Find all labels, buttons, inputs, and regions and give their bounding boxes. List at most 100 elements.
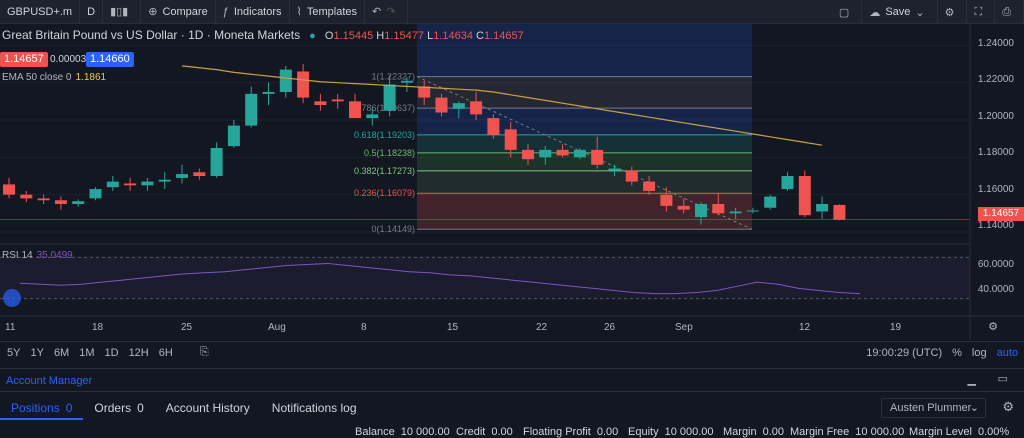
chart-legend: Great Britain Pound vs US Dollar · 1D · … bbox=[2, 28, 524, 42]
candle-body bbox=[297, 71, 310, 98]
close-value: 1.14657 bbox=[483, 30, 524, 42]
tab-label: Notifications log bbox=[271, 401, 357, 415]
auto-toggle[interactable]: auto bbox=[997, 347, 1018, 359]
candle-body bbox=[816, 204, 829, 212]
tab-notifications-log[interactable]: Notifications log bbox=[261, 396, 368, 420]
account-stats: Balance 10 000.00 Credit 0.00 Floating Profi… bbox=[0, 426, 1024, 438]
candle-body bbox=[677, 205, 690, 210]
stat-margin: Margin 0.00 bbox=[723, 426, 784, 438]
candle-body bbox=[349, 101, 361, 119]
fib-level-label: 0.382(1.17273) bbox=[354, 166, 415, 176]
rsi-label: RSI 14 bbox=[2, 250, 33, 261]
candle-body bbox=[124, 183, 137, 186]
price-tick-label: 1.22000 bbox=[977, 74, 1014, 85]
candle-body bbox=[522, 149, 534, 160]
timeframe-1m[interactable]: 1M bbox=[74, 347, 99, 359]
date-range-icon[interactable]: ⎘ bbox=[200, 346, 209, 359]
candle-body bbox=[539, 149, 552, 158]
stat-value: 0.00% bbox=[977, 426, 1010, 438]
candle-body bbox=[660, 194, 673, 206]
candle-body bbox=[591, 149, 604, 165]
last-price-label: 1.14657 bbox=[978, 207, 1024, 221]
price-tick-label: 1.14000 bbox=[977, 220, 1014, 231]
candle-body bbox=[504, 129, 517, 150]
log-toggle[interactable]: log bbox=[972, 347, 987, 359]
stat-label: Margin bbox=[723, 426, 757, 438]
fib-level-label: 0(1.14149) bbox=[371, 224, 415, 234]
stat-label: Margin Level bbox=[909, 426, 972, 438]
candle-body bbox=[400, 80, 413, 83]
tab-account-history[interactable]: Account History bbox=[155, 396, 261, 420]
stat-margin-free: Margin Free 10 000.00 bbox=[790, 426, 904, 438]
stat-value: 10 000.00 bbox=[664, 426, 714, 438]
candle-body bbox=[556, 149, 569, 156]
time-tick-label: 18 bbox=[92, 322, 104, 333]
account-manager-title[interactable]: Account Manager bbox=[6, 375, 92, 387]
time-tick-label: 11 bbox=[5, 322, 16, 333]
time-tick-label: 12 bbox=[799, 322, 811, 333]
ask-value: 1.14660 bbox=[90, 53, 130, 65]
axis-settings-icon[interactable]: ⚙ bbox=[988, 320, 998, 333]
buy-button[interactable]: 1.14660 bbox=[86, 52, 134, 67]
fib-level-label: 0.5(1.18238) bbox=[364, 148, 415, 158]
candle-body bbox=[833, 204, 846, 220]
rsi-tick-label: 60.0000 bbox=[977, 259, 1014, 270]
candle-body bbox=[643, 181, 656, 191]
sell-button[interactable]: 1.14657 bbox=[0, 52, 48, 67]
timeframe-5y[interactable]: 5Y bbox=[2, 347, 25, 359]
stat-value: 0.00 bbox=[491, 426, 513, 438]
tab-label: Positions bbox=[11, 401, 60, 415]
candle-body bbox=[331, 99, 344, 102]
account-user: Austen Plummer bbox=[890, 402, 972, 414]
spread-value: 0.00003 bbox=[50, 54, 87, 65]
fib-zone bbox=[417, 76, 752, 109]
account-selector[interactable]: Austen Plummer ⌄ bbox=[881, 398, 986, 418]
timeframe-1y[interactable]: 1Y bbox=[25, 347, 48, 359]
percent-toggle[interactable]: % bbox=[952, 347, 962, 359]
candle-body bbox=[781, 176, 794, 190]
candle-body bbox=[89, 189, 102, 199]
stat-value: 10 000.00 bbox=[855, 426, 905, 438]
high-value: 1.15477 bbox=[384, 30, 424, 42]
candle-body bbox=[193, 172, 206, 176]
candle-body bbox=[746, 210, 759, 212]
candle-body bbox=[54, 200, 67, 204]
candle-body bbox=[3, 184, 15, 195]
maximize-icon[interactable]: ▭ bbox=[998, 372, 1008, 385]
candle-body bbox=[20, 194, 33, 199]
candle-body bbox=[729, 211, 742, 214]
candle-body bbox=[695, 204, 707, 218]
brand-logo-icon bbox=[3, 289, 21, 307]
timeframe-6h[interactable]: 6H bbox=[154, 347, 178, 359]
tab-label: Account History bbox=[165, 401, 250, 415]
timeframe-12h[interactable]: 12H bbox=[124, 347, 154, 359]
candle-body bbox=[262, 92, 275, 94]
stat-label: Floating Profit bbox=[523, 426, 591, 438]
tab-positions[interactable]: Positions 0 bbox=[0, 396, 84, 420]
candle-body bbox=[141, 181, 154, 186]
price-tick-label: 1.24000 bbox=[977, 38, 1014, 49]
fib-level-label: 1(1.22327) bbox=[371, 72, 415, 82]
timeframe-1d[interactable]: 1D bbox=[100, 347, 124, 359]
candle-body bbox=[470, 101, 483, 115]
candle-body bbox=[314, 101, 327, 106]
candle-body bbox=[37, 198, 50, 201]
account-settings-icon[interactable]: ⚙ bbox=[1002, 399, 1014, 415]
tab-orders[interactable]: Orders 0 bbox=[83, 396, 154, 420]
stat-label: Credit bbox=[456, 426, 486, 438]
candle-body bbox=[227, 125, 240, 147]
time-tick-label: Aug bbox=[268, 322, 286, 333]
stat-credit: Credit 0.00 bbox=[456, 426, 513, 438]
price-tick-label: 1.18000 bbox=[977, 147, 1014, 158]
price-tick-label: 1.20000 bbox=[977, 111, 1014, 122]
fib-level-label: 0.236(1.16079) bbox=[354, 188, 415, 198]
chevron-down-icon: ⌄ bbox=[969, 402, 979, 414]
candle-body bbox=[487, 118, 500, 135]
fib-zone bbox=[417, 108, 752, 135]
price-tick-label: 1.16000 bbox=[977, 184, 1014, 195]
stat-margin-level: Margin Level 0.00% bbox=[909, 426, 1009, 438]
price-chart[interactable]: 1(1.22327)0.786(1.20637)0.618(1.19203)0.… bbox=[0, 0, 1024, 340]
candle-body bbox=[452, 103, 465, 109]
timeframe-6m[interactable]: 6M bbox=[49, 347, 74, 359]
minimize-icon[interactable]: ▁ bbox=[968, 373, 976, 386]
